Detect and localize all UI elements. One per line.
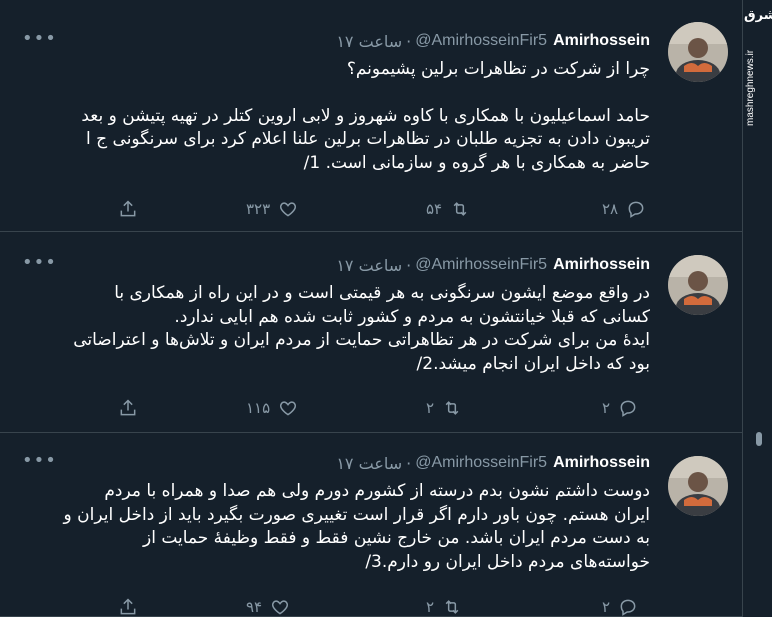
tweet-line: کسانی که قبلا خیانتشون به مردم و کشور ثا…: [174, 306, 650, 327]
heart-icon: [280, 202, 297, 217]
retweet-count: ۲: [426, 598, 435, 616]
retweet-icon: [445, 401, 459, 415]
heart-icon: [272, 600, 289, 615]
separator-dot: ·: [406, 453, 412, 473]
tweet-header: Amirhossein @AmirhosseinFir5 · ۱۷ ساعت: [336, 30, 650, 52]
more-icon[interactable]: •••: [22, 254, 57, 272]
like-button[interactable]: ۹۴: [246, 596, 290, 617]
like-button[interactable]: ۳۲۳: [246, 198, 298, 220]
more-icon[interactable]: •••: [22, 452, 57, 470]
retweet-count: ۵۴: [426, 200, 443, 218]
share-button[interactable]: [118, 596, 138, 617]
tweet-time[interactable]: ۱۷ ساعت: [336, 32, 402, 51]
retweet-icon: [445, 600, 459, 614]
more-icon[interactable]: •••: [22, 30, 57, 48]
author-name[interactable]: Amirhossein: [553, 32, 650, 50]
watermark-logo: مشرق: [744, 8, 772, 23]
tweet-time[interactable]: ۱۷ ساعت: [336, 454, 402, 473]
share-icon: [120, 598, 136, 615]
tweet[interactable]: Amirhossein @AmirhosseinFir5 · ۱۷ ساعت •…: [0, 233, 742, 433]
author-handle[interactable]: @AmirhosseinFir5: [415, 256, 547, 274]
share-icon: [120, 200, 136, 217]
avatar[interactable]: [668, 456, 728, 516]
tweet-line: به دست مردم ایران باشد. من خارج نشین فقط…: [143, 528, 650, 548]
retweet-button[interactable]: ۲: [426, 596, 462, 617]
reply-button[interactable]: ۲: [602, 397, 638, 419]
reply-icon: [628, 201, 644, 218]
separator-dot: ·: [406, 255, 412, 275]
tweet-text: دوست داشتم نشون بدم درسته از کشورم دورم …: [50, 480, 650, 574]
retweet-icon: [453, 202, 467, 216]
tweet-line: ایدهٔ من برای شرکت در هر تظاهراتی حمایت …: [73, 330, 650, 350]
tweet-actions: ۹۴ ۲ ۲: [118, 596, 658, 617]
watermark-site: mashreghnews.ir: [745, 49, 756, 126]
tweet-actions: ۳۲۳ ۵۴ ۲۸: [118, 198, 658, 220]
reply-icon: [620, 400, 636, 417]
tweet-header: Amirhossein @AmirhosseinFir5 · ۱۷ ساعت: [336, 452, 650, 474]
tweet-line: بود که داخل ایران انجام میشد.2/: [416, 353, 650, 374]
share-button[interactable]: [118, 397, 138, 419]
share-icon: [120, 399, 136, 416]
scrollbar-thumb[interactable]: [756, 432, 762, 446]
tweet-line: ایران هستم. چون باور دارم اگر قرار است ت…: [63, 504, 650, 525]
tweet-line: حامد اسماعیلیون با همکاری با کاوه شهروز …: [81, 105, 650, 126]
avatar-image: [668, 255, 728, 315]
reply-count: ۲: [602, 399, 611, 417]
tweet[interactable]: Amirhossein @AmirhosseinFir5 · ۱۷ ساعت •…: [0, 0, 742, 232]
author-name[interactable]: Amirhossein: [553, 454, 650, 472]
avatar-image: [668, 22, 728, 82]
reply-button[interactable]: ۲: [602, 596, 638, 617]
retweet-button[interactable]: ۲: [426, 397, 462, 419]
tweet-header: Amirhossein @AmirhosseinFir5 · ۱۷ ساعت: [336, 254, 650, 276]
reply-count: ۲: [602, 598, 611, 616]
retweet-button[interactable]: ۵۴: [426, 198, 470, 220]
tweet-feed: Amirhossein @AmirhosseinFir5 · ۱۷ ساعت •…: [0, 0, 742, 617]
tweet-text: در واقع موضع ایشون سرنگونی به هر قیمتی ا…: [50, 282, 650, 376]
share-button[interactable]: [118, 198, 138, 220]
tweet-text: چرا از شرکت در تظاهرات برلین پشیمونم؟ حا…: [50, 58, 650, 175]
author-handle[interactable]: @AmirhosseinFir5: [415, 454, 547, 472]
tweet-line: چرا از شرکت در تظاهرات برلین پشیمونم؟: [346, 59, 650, 79]
retweet-count: ۲: [426, 399, 435, 417]
heart-icon: [280, 401, 297, 416]
avatar-image: [668, 456, 728, 516]
tweet-time[interactable]: ۱۷ ساعت: [336, 256, 402, 275]
reply-button[interactable]: ۲۸: [602, 198, 646, 220]
watermark: مشرق mashreghnews.ir: [742, 0, 772, 130]
avatar[interactable]: [668, 22, 728, 82]
author-handle[interactable]: @AmirhosseinFir5: [415, 32, 547, 50]
like-count: ۹۴: [246, 598, 263, 616]
tweet-line: حاضر به همکاری با هر گروه و سازمانی است.…: [303, 152, 650, 173]
tweet-actions: ۱۱۵ ۲ ۲: [118, 397, 658, 419]
separator-dot: ·: [406, 31, 412, 51]
like-button[interactable]: ۱۱۵: [246, 397, 298, 419]
author-name[interactable]: Amirhossein: [553, 256, 650, 274]
like-count: ۳۲۳: [246, 200, 271, 218]
reply-count: ۲۸: [602, 200, 619, 218]
like-count: ۱۱۵: [246, 399, 271, 417]
tweet-line: تریبون دادن به تجزیه طلبان در تظاهرات بر…: [86, 129, 650, 149]
tweet-line: در واقع موضع ایشون سرنگونی به هر قیمتی ا…: [114, 283, 650, 303]
tweet[interactable]: Amirhossein @AmirhosseinFir5 · ۱۷ ساعت •…: [0, 434, 742, 617]
twitter-thread-page: Amirhossein @AmirhosseinFir5 · ۱۷ ساعت •…: [0, 0, 772, 617]
tweet-line: خواسته‌های مردم داخل ایران رو دارم.3/: [365, 551, 650, 572]
reply-icon: [620, 599, 636, 616]
tweet-line: دوست داشتم نشون بدم درسته از کشورم دورم …: [104, 481, 650, 501]
avatar[interactable]: [668, 255, 728, 315]
